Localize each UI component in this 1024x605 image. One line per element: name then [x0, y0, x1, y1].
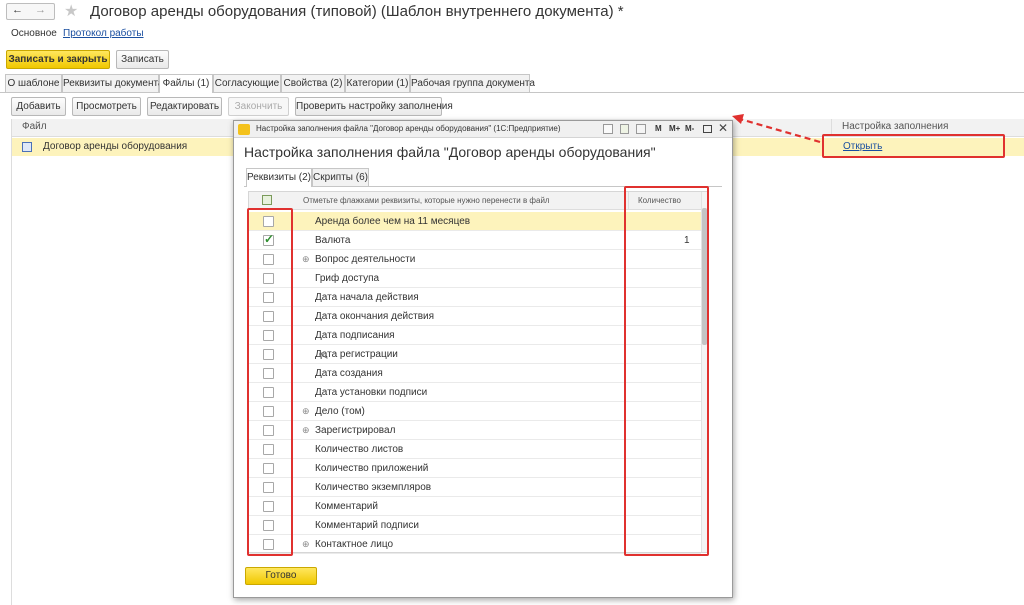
back-arrow-icon[interactable]: ←: [12, 4, 23, 16]
tab-about-template[interactable]: О шаблоне: [5, 74, 62, 92]
requisite-label: Гриф доступа: [315, 273, 380, 284]
requisite-label: Зарегистрировал: [315, 425, 396, 436]
view-file-button[interactable]: Просмотреть: [72, 97, 141, 116]
requisite-label: Дата начала действия: [315, 292, 419, 303]
col-settings-header: Настройка заполнения: [842, 121, 949, 132]
calculator-icon[interactable]: [620, 124, 629, 134]
maximize-icon[interactable]: [703, 125, 712, 133]
requisite-label: Комментарий: [315, 501, 378, 512]
tab-work-group[interactable]: Рабочая группа документа: [410, 74, 535, 92]
subnav-main[interactable]: Основное: [11, 28, 57, 39]
tabs-divider: [0, 92, 1024, 93]
col-file-header: Файл: [22, 121, 47, 132]
close-icon[interactable]: ✕: [718, 121, 728, 135]
requisite-label: Контактное лицо: [315, 539, 394, 550]
app-logo-icon: [238, 124, 250, 135]
memory-minus-icon[interactable]: M-: [685, 124, 694, 133]
tab-properties[interactable]: Свойства (2): [281, 74, 345, 92]
edit-file-button[interactable]: Редактировать: [147, 97, 222, 116]
requisite-label: Дата подписания: [315, 330, 395, 341]
file-name: Договор аренды оборудования: [43, 141, 188, 152]
requisite-label: Аренда более чем на 11 месяцев: [315, 216, 471, 227]
qty-column-highlight: [624, 186, 709, 556]
forward-arrow-icon[interactable]: →: [35, 4, 46, 16]
callout-arrow: [732, 114, 821, 144]
window-title: Договор аренды оборудования (типовой) (Ш…: [90, 3, 624, 20]
checkbox-column-highlight: [247, 208, 293, 556]
save-close-button[interactable]: Записать и закрыть: [6, 50, 110, 69]
expand-icon[interactable]: ⊕: [302, 402, 310, 421]
expand-icon[interactable]: ⊕: [302, 421, 310, 440]
calendar-icon[interactable]: [636, 124, 646, 134]
expand-icon[interactable]: ⊕: [302, 535, 310, 554]
dialog-window-title: Настройка заполнения файла "Договор арен…: [256, 124, 561, 133]
print-icon[interactable]: [603, 124, 613, 134]
col-check-hint: Отметьте флажками реквизиты, которые нуж…: [303, 196, 550, 205]
requisite-label: Дата установки подписи: [315, 387, 428, 398]
memory-plus-icon[interactable]: M+: [669, 124, 680, 133]
requisite-label: Комментарий подписи: [315, 520, 419, 531]
requisite-label: Количество экземпляров: [315, 482, 432, 493]
add-file-button[interactable]: Добавить: [11, 97, 66, 116]
open-link-highlight: [822, 134, 1005, 158]
requisite-label: Дата окончания действия: [315, 311, 435, 322]
requisite-label: Количество листов: [315, 444, 404, 455]
favorite-star-icon[interactable]: ★: [64, 1, 78, 21]
files-table-border: [11, 119, 12, 605]
requisite-label: Валюта: [315, 235, 351, 246]
requisite-label: Вопрос деятельности: [315, 254, 416, 265]
tab-requisites[interactable]: Реквизиты (2): [246, 168, 312, 187]
subnav-log-link[interactable]: Протокол работы: [63, 28, 144, 39]
requisite-label: Дело (том): [315, 406, 365, 417]
memory-m-icon[interactable]: M: [655, 124, 662, 133]
requisite-label: Дата создания: [315, 368, 383, 379]
tab-approvers[interactable]: Согласующие: [213, 74, 281, 92]
check-all-icon[interactable]: [262, 195, 272, 205]
tab-scripts[interactable]: Скрипты (6): [312, 168, 369, 186]
save-button[interactable]: Записать: [116, 50, 169, 69]
expand-icon[interactable]: ⊕: [302, 250, 310, 269]
tab-categories[interactable]: Категории (1): [345, 74, 410, 92]
tab-doc-requisites[interactable]: Реквизиты документа: [62, 74, 164, 92]
finish-edit-button[interactable]: Закончить: [228, 97, 289, 116]
check-settings-button[interactable]: Проверить настройку заполнения: [295, 97, 453, 116]
tab-files[interactable]: Файлы (1): [159, 74, 213, 93]
dialog-heading: Настройка заполнения файла "Договор арен…: [244, 144, 656, 160]
word-document-icon: [22, 142, 32, 152]
done-button[interactable]: Готово: [245, 567, 317, 585]
requisite-label: Количество приложений: [315, 463, 429, 474]
